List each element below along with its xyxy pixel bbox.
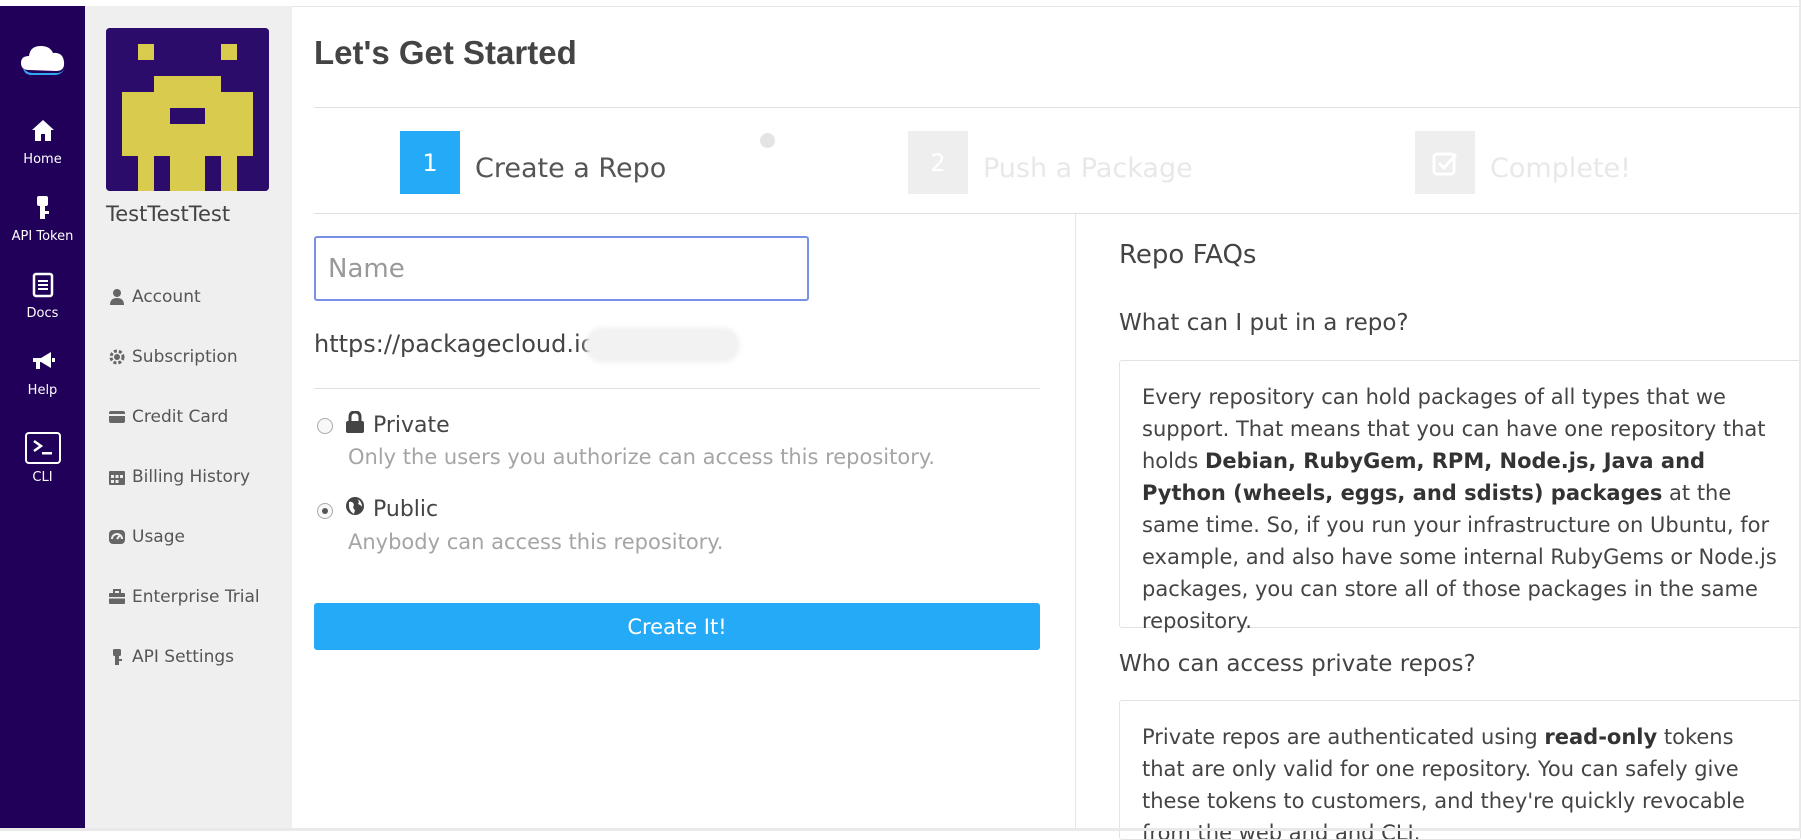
subnav-item-label: Credit Card (132, 407, 229, 427)
private-option-label[interactable]: Private (345, 410, 450, 439)
rail-item-label: CLI (32, 470, 53, 485)
gauge-icon (108, 528, 126, 546)
faq-question: Who can access private repos? (1119, 651, 1476, 677)
divider (314, 107, 1801, 108)
briefcase-icon (108, 588, 126, 606)
key-icon (108, 648, 126, 666)
step-label: Push a Package (983, 153, 1193, 184)
private-radio[interactable] (317, 418, 333, 434)
user-icon (108, 288, 126, 306)
rail-item-home[interactable]: Home (0, 118, 85, 167)
faq-answer-emphasis: Debian, RubyGem, RPM, Node.js, Java and … (1142, 449, 1706, 505)
cloud-logo-icon[interactable] (19, 38, 67, 78)
faq-answer-text: Private repos are authenticated using (1142, 725, 1545, 749)
public-option-label[interactable]: Public (345, 496, 438, 522)
repo-url-prefix: https://packagecloud.io/ (314, 330, 604, 358)
redacted-url-slug (585, 327, 740, 363)
key-icon (0, 195, 85, 225)
repo-name-input[interactable] (314, 236, 809, 301)
subnav-item-label: Billing History (132, 467, 251, 487)
globe-icon (345, 496, 365, 522)
step-label: Complete! (1490, 153, 1631, 184)
public-radio[interactable] (317, 503, 333, 519)
step-label: Create a Repo (475, 153, 667, 184)
private-option-description: Only the users you authorize can access … (348, 445, 935, 469)
rail-item-label: Help (27, 383, 58, 398)
option-label-text: Public (373, 496, 439, 522)
rail-item-help[interactable]: Help (0, 349, 85, 398)
create-repo-button[interactable]: Create It! (314, 603, 1040, 650)
home-icon (0, 118, 85, 148)
docs-icon (0, 272, 85, 302)
credit-card-icon (108, 408, 126, 426)
step-complete: Complete! (1415, 131, 1631, 194)
page-title: Let's Get Started (314, 34, 577, 71)
rail-item-label: API Token (11, 229, 74, 244)
subnav-item-subscription[interactable]: Subscription (108, 347, 238, 367)
rail-item-api-token[interactable]: API Token (0, 195, 85, 244)
avatar[interactable] (106, 28, 269, 191)
step-push-package: 2 Push a Package (908, 131, 1193, 194)
gear-icon (108, 348, 126, 366)
faq-title: Repo FAQs (1119, 240, 1257, 270)
rail-item-cli[interactable]: CLI (0, 432, 85, 485)
username: TestTestTest (106, 202, 231, 226)
faq-answer: Every repository can hold packages of al… (1119, 360, 1801, 633)
subnav-item-billing-history[interactable]: Billing History (108, 467, 250, 487)
terminal-icon (0, 432, 85, 466)
faq-answer-emphasis: read-only (1544, 725, 1658, 749)
step-number: 1 (400, 131, 460, 194)
subnav-item-label: Enterprise Trial (132, 587, 260, 607)
public-option-description: Anybody can access this repository. (348, 530, 724, 554)
lock-icon (345, 410, 365, 439)
divider (314, 213, 1801, 214)
calendar-icon (108, 468, 126, 486)
rail-item-docs[interactable]: Docs (0, 272, 85, 321)
subnav-item-account[interactable]: Account (108, 287, 201, 307)
step-progress-dot (760, 133, 775, 148)
column-divider (1075, 214, 1076, 831)
subnav-item-usage[interactable]: Usage (108, 527, 185, 547)
step-number: 2 (908, 131, 968, 194)
divider (314, 388, 1040, 389)
step-create-repo: 1 Create a Repo (400, 131, 666, 194)
subnav-item-label: API Settings (132, 647, 235, 667)
check-square-icon (1415, 131, 1475, 194)
main-nav-rail: Home API Token Docs Help CLI (0, 6, 85, 831)
faq-answer: Private repos are authenticated using re… (1119, 700, 1801, 840)
rail-item-label: Home (23, 152, 62, 167)
megaphone-icon (0, 349, 85, 379)
faq-question: What can I put in a repo? (1119, 310, 1409, 336)
subnav-item-label: Usage (132, 527, 185, 547)
subnav-item-api-settings[interactable]: API Settings (108, 647, 234, 667)
subnav-item-label: Account (132, 287, 201, 307)
subnav-item-label: Subscription (132, 347, 238, 367)
subnav-item-credit-card[interactable]: Credit Card (108, 407, 228, 427)
rail-item-label: Docs (26, 306, 59, 321)
option-label-text: Private (373, 412, 450, 438)
subnav-item-enterprise-trial[interactable]: Enterprise Trial (108, 587, 260, 607)
